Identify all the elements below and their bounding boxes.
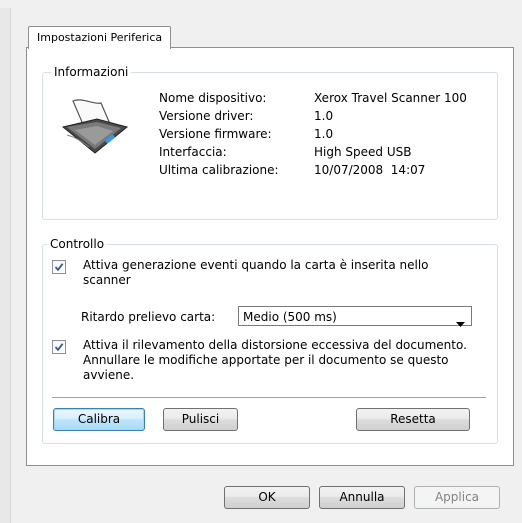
calibrate-button[interactable]: Calibra (53, 408, 145, 431)
tab-panel: Informazioni Nome dispositivo: Xerox Tra… (26, 47, 514, 466)
scanner-icon (61, 97, 129, 160)
checkmark-icon (54, 263, 64, 272)
info-group: Informazioni Nome dispositivo: Xerox Tra… (42, 65, 498, 220)
driver-version-value: 1.0 (314, 109, 334, 123)
info-row-last-calibration: Ultima calibrazione: 10/07/2008 14:07 (159, 161, 467, 179)
info-row-driver-version: Versione driver: 1.0 (159, 107, 467, 125)
clean-button[interactable]: Pulisci (163, 408, 238, 431)
info-row-device-name: Nome dispositivo: Xerox Travel Scanner 1… (159, 89, 467, 107)
info-legend: Informazioni (51, 65, 132, 79)
event-generation-checkbox[interactable] (52, 260, 66, 274)
control-group: Controllo Attiva generazione eventi quan… (42, 237, 498, 444)
firmware-version-label: Versione firmware: (159, 127, 272, 141)
paper-delay-select[interactable]: Medio (500 ms) (238, 306, 472, 327)
paper-delay-value: Medio (500 ms) (243, 310, 337, 324)
device-name-label: Nome dispositivo: (159, 91, 267, 105)
interface-label: Interfaccia: (159, 145, 227, 159)
apply-button[interactable]: Applica (414, 486, 500, 509)
last-calibration-value: 10/07/2008 14:07 (314, 163, 426, 177)
paper-delay-label: Ritardo prelievo carta: (81, 310, 216, 324)
firmware-version-value: 1.0 (314, 127, 334, 141)
cancel-button[interactable]: Annulla (319, 486, 405, 509)
divider (52, 397, 486, 398)
event-generation-label: Attiva generazione eventi quando la cart… (83, 258, 429, 287)
checkmark-icon (54, 343, 64, 352)
info-row-interface: Interfaccia: High Speed USB (159, 143, 467, 161)
device-name-value: Xerox Travel Scanner 100 (314, 91, 467, 105)
tab-device-settings[interactable]: Impostazioni Periferica (28, 26, 172, 49)
skew-detection-option[interactable]: Attiva il rilevamento della distorsione … (52, 338, 482, 383)
control-legend: Controllo (47, 237, 108, 251)
driver-version-label: Versione driver: (159, 109, 254, 123)
last-calibration-label: Ultima calibrazione: (159, 163, 279, 177)
skew-detection-checkbox[interactable] (52, 340, 66, 354)
reset-button[interactable]: Resetta (356, 408, 470, 431)
device-info-table: Nome dispositivo: Xerox Travel Scanner 1… (159, 89, 467, 179)
event-generation-option[interactable]: Attiva generazione eventi quando la cart… (52, 258, 472, 288)
ok-button[interactable]: OK (224, 486, 310, 509)
chevron-down-icon (456, 314, 465, 334)
info-row-firmware-version: Versione firmware: 1.0 (159, 125, 467, 143)
interface-value: High Speed USB (314, 145, 412, 159)
window-edge (0, 8, 11, 523)
skew-detection-label: Attiva il rilevamento della distorsione … (83, 338, 467, 382)
